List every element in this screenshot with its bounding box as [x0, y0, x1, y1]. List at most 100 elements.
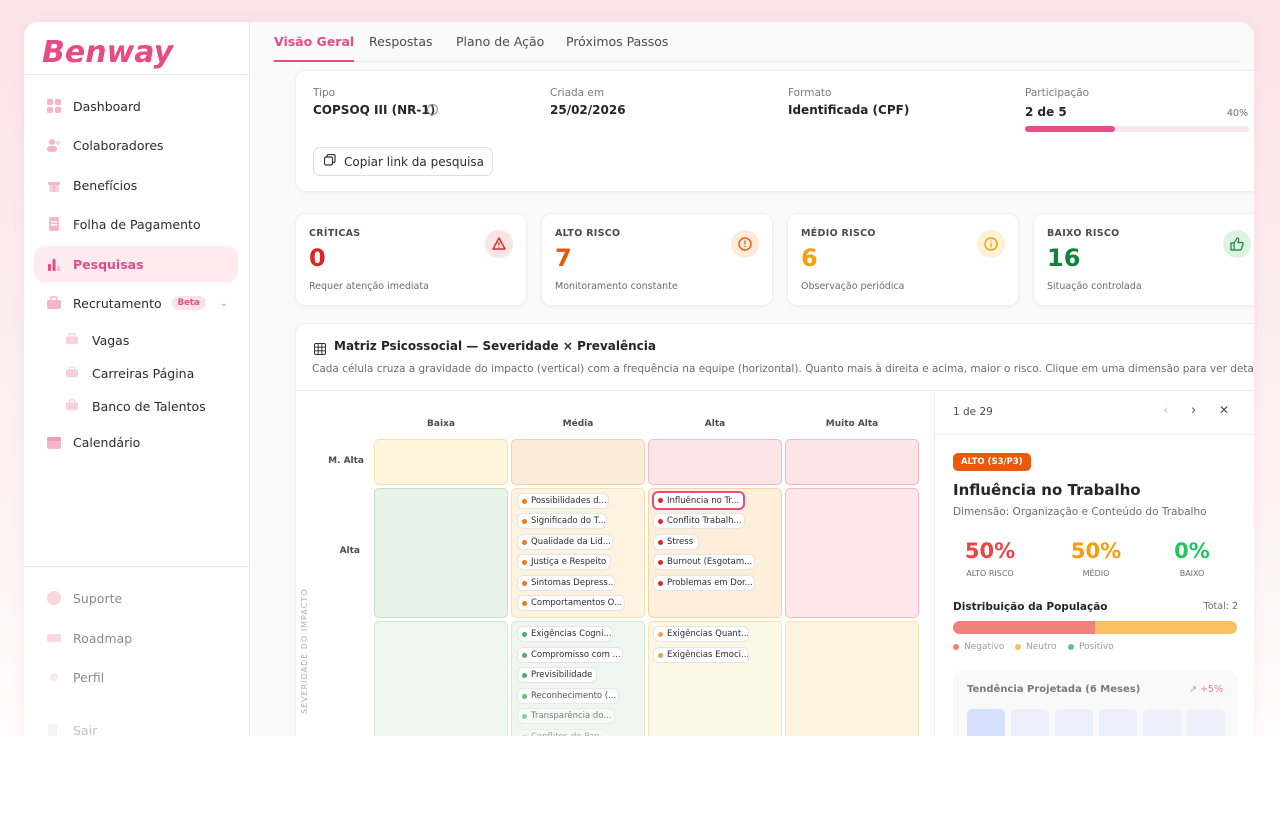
dimension-chip[interactable]: Significado do T...	[517, 513, 607, 529]
legend-positivo: Positivo	[1068, 642, 1114, 652]
sidebar-divider	[24, 74, 250, 75]
dimension-chip[interactable]: Stress	[653, 534, 699, 550]
dimension-chip[interactable]: Problemas em Dor...	[653, 575, 755, 591]
risk-badge: ALTO (S3/P3)	[953, 453, 1031, 471]
sidebar-item-label: Banco de Talentos	[92, 398, 206, 414]
column-header: Baixa	[427, 419, 455, 429]
matrix-cell[interactable]	[648, 439, 782, 485]
dimension-chip[interactable]: Justiça e Respeito	[517, 554, 611, 570]
dimension-chip[interactable]: Comportamentos O...	[517, 595, 625, 611]
matrix-cell[interactable]	[785, 439, 919, 485]
column-header: Média	[562, 419, 594, 429]
tab-proximos-passos[interactable]: Próximos Passos	[566, 34, 668, 62]
sidebar-item-label: Folha de Pagamento	[73, 216, 201, 232]
chevron-left-icon[interactable]: ‹	[1163, 403, 1168, 418]
stat-desc: Requer atenção imediata	[309, 281, 429, 292]
alert-circle-icon	[731, 230, 759, 258]
sidebar-item-label: Vagas	[92, 332, 130, 348]
dimension-chip[interactable]: Possibilidades d...	[517, 493, 609, 509]
briefcase-icon	[66, 366, 80, 380]
metric-medio: 50% MÉDIO	[1051, 539, 1141, 578]
thumbs-up-icon	[1223, 230, 1251, 258]
stat-value: 16	[1047, 244, 1081, 272]
stat-value: 7	[555, 244, 572, 272]
distribution-neutral	[1095, 621, 1237, 634]
tab-bar: Visão Geral Respostas Plano de Ação Próx…	[271, 22, 1239, 62]
dimension-chip[interactable]: Qualidade da Lid...	[517, 534, 613, 550]
sidebar-item-label: Dashboard	[73, 98, 141, 114]
sidebar-item-label: Colaboradores	[73, 137, 164, 153]
stat-card-medio-risco: MÉDIO RISCO 6 Observação periódica	[787, 213, 1019, 306]
sidebar-item-label: Pesquisas	[73, 256, 144, 272]
sidebar-item-banco-talentos[interactable]: Banco de Talentos	[54, 392, 234, 420]
table-icon	[314, 340, 326, 359]
dimension-chip[interactable]: Conflito Trabalh...	[653, 513, 745, 529]
distribution-bar	[953, 621, 1237, 634]
info-icon[interactable]: i	[427, 104, 438, 115]
matrix-cell[interactable]	[785, 488, 919, 618]
dimension-chip[interactable]: Exigências Cogni...	[517, 626, 613, 642]
page-background	[0, 736, 1280, 818]
matrix-cell[interactable]	[511, 439, 645, 485]
dimension-chip[interactable]: Exigências Quant...	[653, 626, 749, 642]
sidebar-item-pesquisas[interactable]: Pesquisas	[34, 246, 238, 282]
sidebar-item-suporte[interactable]: Suporte	[34, 580, 238, 616]
sidebar-item-dashboard[interactable]: Dashboard	[34, 88, 238, 124]
sidebar-item-perfil[interactable]: Perfil	[34, 659, 238, 695]
stat-card-criticas: CRÍTICAS 0 Requer atenção imediata	[295, 213, 527, 306]
benway-logo[interactable]: Benway	[40, 28, 180, 72]
chevron-right-icon[interactable]: ›	[1191, 403, 1196, 418]
survey-info-card: Tipo COPSOQ III (NR-1) i Criada em 25/02…	[295, 70, 1254, 192]
dimension-chip[interactable]: Compromisso com ...	[517, 647, 623, 663]
dimension-subtitle: Dimensão: Organização e Conteúdo do Trab…	[953, 506, 1207, 518]
sidebar-item-beneficios[interactable]: Benefícios	[34, 167, 238, 203]
dimension-chip[interactable]: Transparência do...	[517, 708, 615, 724]
stat-label: ALTO RISCO	[555, 228, 621, 239]
trend-title: Tendência Projetada (6 Meses)	[967, 684, 1141, 695]
dimension-chip[interactable]: Previsibilidade	[517, 667, 597, 683]
dimension-chip[interactable]: Reconhecimento (...	[517, 688, 619, 704]
sidebar: Benway Dashboard Colaboradores Benefício…	[24, 22, 250, 758]
tipo-label: Tipo	[313, 87, 336, 99]
logout-icon	[47, 723, 61, 737]
gift-icon	[47, 178, 61, 192]
users-icon	[47, 138, 61, 152]
main-content: Visão Geral Respostas Plano de Ação Próx…	[251, 22, 1254, 758]
matrix-description: Cada célula cruza a gravidade do impacto…	[312, 363, 1254, 375]
close-icon[interactable]: ✕	[1219, 403, 1229, 417]
matrix-cell[interactable]	[374, 439, 508, 485]
matrix-title: Matriz Psicossocial — Severidade × Preva…	[334, 339, 656, 353]
sidebar-item-roadmap[interactable]: Roadmap	[34, 620, 238, 656]
distribution-total: Total: 2	[1203, 601, 1238, 612]
dimension-chip[interactable]: Burnout (Esgotam...	[653, 554, 755, 570]
stat-desc: Observação periódica	[801, 281, 905, 292]
sidebar-item-folha[interactable]: Folha de Pagamento	[34, 206, 238, 242]
distribution-title: Distribuição da População	[953, 601, 1108, 613]
participacao-label: Participação	[1025, 87, 1090, 99]
stat-value: 0	[309, 244, 326, 272]
sidebar-item-carreiras[interactable]: Carreiras Página	[54, 359, 234, 387]
chevron-down-icon[interactable]: ⌄	[220, 298, 228, 309]
matrix-cell[interactable]	[374, 488, 508, 618]
dimension-chip[interactable]: Sintomas Depress...	[517, 575, 615, 591]
copy-link-button[interactable]: Copiar link da pesquisa	[313, 147, 493, 176]
sidebar-item-label: Benefícios	[73, 177, 138, 193]
sidebar-item-label: Roadmap	[73, 630, 133, 646]
dimension-chip[interactable]: Exigências Emoci...	[653, 647, 749, 663]
briefcase-icon	[66, 333, 80, 347]
tab-respostas[interactable]: Respostas	[369, 34, 433, 62]
stat-card-alto-risco: ALTO RISCO 7 Monitoramento constante	[541, 213, 773, 306]
dimension-chip-selected[interactable]: Influência no Tr...	[652, 491, 745, 510]
sidebar-item-calendario[interactable]: Calendário	[34, 424, 238, 460]
sidebar-item-recrutamento[interactable]: Recrutamento Beta ⌄	[34, 285, 238, 321]
tab-plano-acao[interactable]: Plano de Ação	[456, 34, 544, 62]
stat-label: MÉDIO RISCO	[801, 228, 876, 239]
sidebar-item-vagas[interactable]: Vagas	[54, 326, 234, 354]
metric-label: BAIXO	[1179, 569, 1205, 578]
user-icon	[47, 670, 61, 684]
tab-visao-geral[interactable]: Visão Geral	[274, 34, 355, 62]
sidebar-item-colaboradores[interactable]: Colaboradores	[34, 127, 238, 163]
distribution-negative	[953, 621, 1095, 634]
trend-up-icon: ↗ +5%	[1188, 684, 1223, 695]
progress-fill	[1025, 126, 1115, 132]
